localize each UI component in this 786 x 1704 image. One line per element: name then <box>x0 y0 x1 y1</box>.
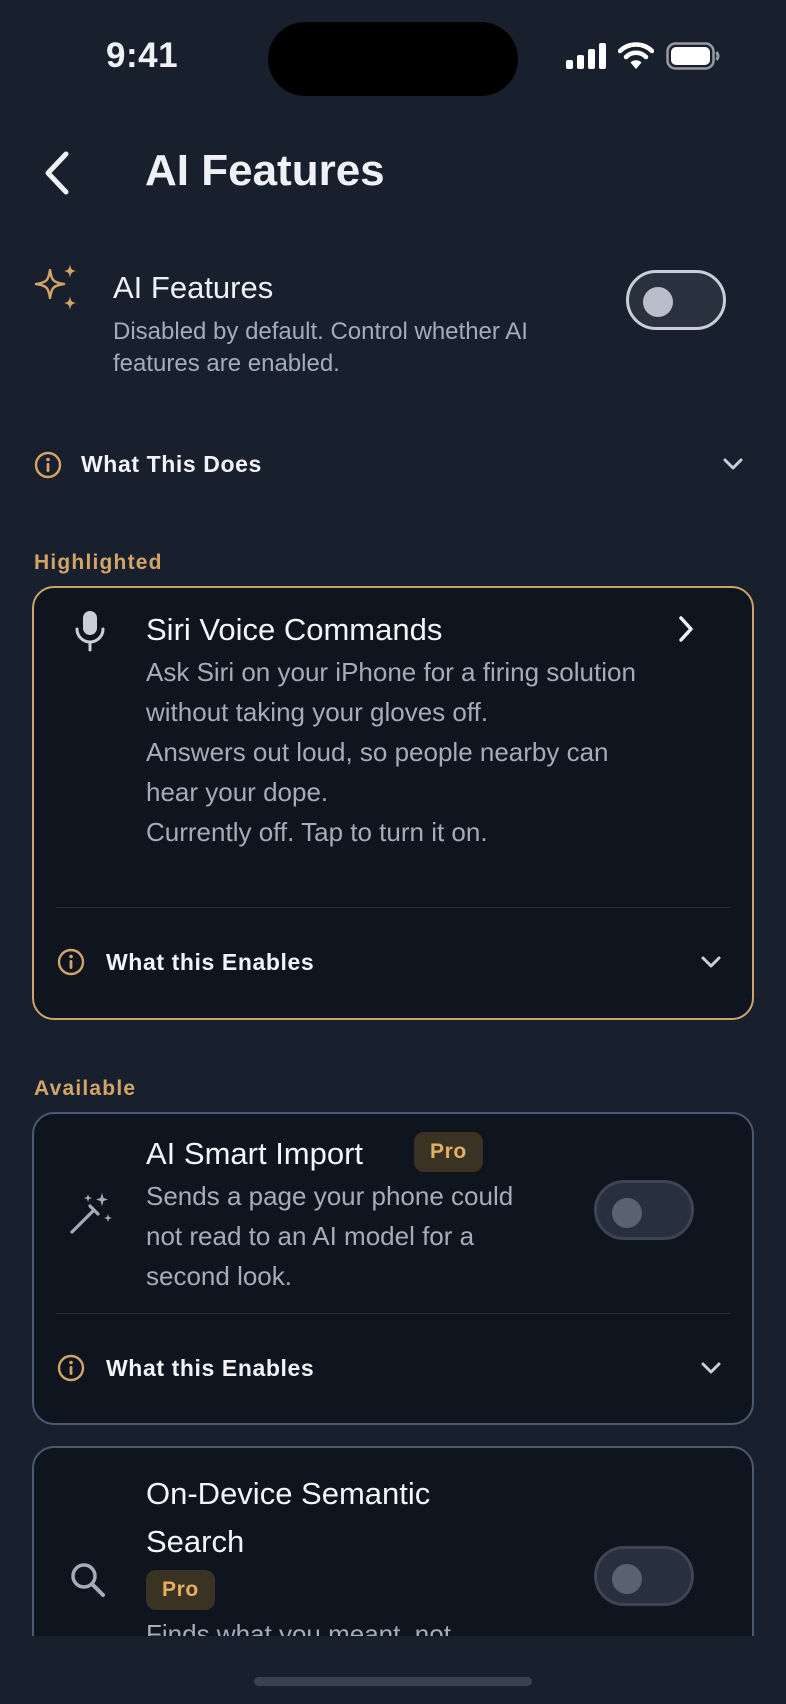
section-label-available: Available <box>34 1077 137 1100</box>
ai-smart-import-title: AI Smart Import <box>146 1136 364 1171</box>
status-time: 9:41 <box>106 36 179 75</box>
back-chevron-icon[interactable] <box>38 150 78 196</box>
battery-icon <box>666 42 720 70</box>
info-icon <box>57 948 85 976</box>
search-icon <box>71 1563 105 1597</box>
wifi-icon <box>618 42 654 69</box>
pro-badge: Pro <box>414 1132 483 1172</box>
toggle-knob <box>643 287 673 317</box>
ai-smart-import-toggle[interactable] <box>594 1180 694 1240</box>
magic-wand-icon <box>70 1193 112 1234</box>
ai-features-toggle[interactable] <box>626 270 726 330</box>
section-label-highlighted: Highlighted <box>34 551 163 574</box>
siri-voice-commands-title: Siri Voice Commands <box>146 612 443 647</box>
ai-features-description: Disabled by default. Control whether AI … <box>113 318 528 377</box>
siri-voice-commands-row[interactable]: Siri Voice Commands Ask Siri on your iPh… <box>34 588 752 906</box>
home-indicator[interactable] <box>254 1677 532 1686</box>
what-this-does-row[interactable]: What This Does <box>34 440 756 488</box>
toggle-knob <box>612 1564 642 1594</box>
what-this-does-label: What This Does <box>81 451 262 477</box>
info-icon <box>34 451 62 479</box>
bottom-bar <box>0 1636 786 1704</box>
pro-badge: Pro <box>146 1570 215 1610</box>
ai-smart-import-card: AI Smart Import Pro Sends a page your ph… <box>32 1112 754 1425</box>
siri-voice-commands-card: Siri Voice Commands Ask Siri on your iPh… <box>32 586 754 1020</box>
chevron-right-icon <box>679 616 693 642</box>
siri-desc-line-2: Answers out loud, so people nearby can h… <box>146 737 609 807</box>
siri-desc-line-3: Currently off. Tap to turn it on. <box>146 817 488 847</box>
siri-voice-commands-description: Ask Siri on your iPhone for a firing sol… <box>146 652 636 852</box>
ai-features-title: AI Features <box>113 270 274 305</box>
siri-desc-line-1: Ask Siri on your iPhone for a firing sol… <box>146 657 636 727</box>
semantic-search-toggle[interactable] <box>594 1546 694 1606</box>
ai-smart-import-description: Sends a page your phone could not read t… <box>146 1181 514 1291</box>
cellular-signal-icon <box>566 43 606 69</box>
dynamic-island <box>268 22 518 96</box>
chevron-down-icon <box>701 1362 721 1374</box>
microphone-icon <box>75 611 105 652</box>
semantic-search-title: On-Device Semantic Search <box>146 1476 431 1559</box>
sparkles-icon <box>34 264 76 310</box>
info-icon <box>57 1354 85 1382</box>
toggle-knob <box>612 1198 642 1228</box>
page-title: AI Features <box>145 146 385 195</box>
chevron-down-icon <box>723 458 743 470</box>
chevron-down-icon <box>701 956 721 968</box>
smart-import-what-this-enables-label: What this Enables <box>106 1355 315 1381</box>
status-icons <box>566 42 720 70</box>
siri-what-this-enables-label: What this Enables <box>106 949 315 975</box>
siri-what-this-enables-row[interactable]: What this Enables <box>34 908 752 1018</box>
smart-import-what-this-enables-row[interactable]: What this Enables <box>34 1314 752 1423</box>
